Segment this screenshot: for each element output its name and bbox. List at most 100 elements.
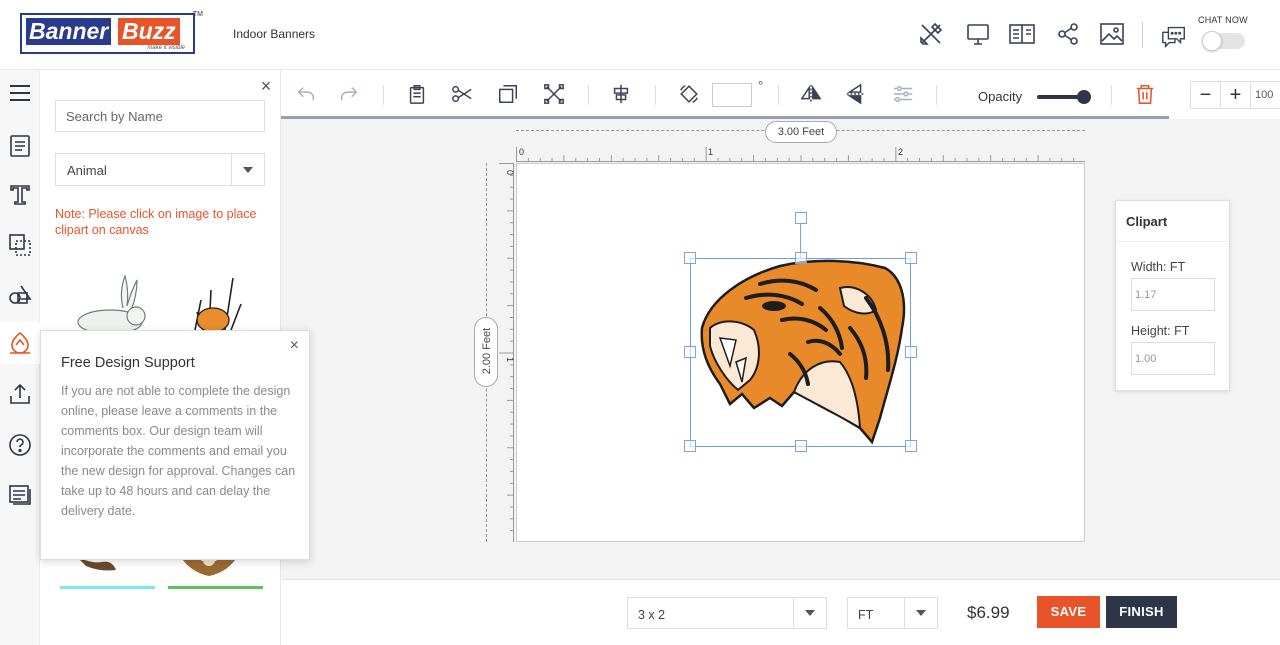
slider-knob[interactable] bbox=[1077, 90, 1091, 104]
text-icon[interactable] bbox=[0, 174, 40, 216]
thumb-highlight-bar bbox=[60, 586, 155, 589]
notes-icon[interactable] bbox=[0, 473, 40, 515]
upload-icon[interactable] bbox=[0, 373, 40, 415]
height-label: Height: FT bbox=[1131, 324, 1190, 338]
edit-toolbar: ° Opacity − + 100 bbox=[281, 70, 1280, 118]
resize-handle-w[interactable] bbox=[684, 346, 696, 358]
support-body: If you are not able to complete the desi… bbox=[61, 384, 296, 518]
monitor-icon[interactable] bbox=[964, 20, 992, 48]
toolbar-separator bbox=[588, 85, 589, 105]
ruler-label: 1 bbox=[505, 357, 514, 362]
image-icon[interactable] bbox=[1098, 20, 1126, 48]
ruler-label: 1 bbox=[708, 147, 713, 157]
product-name: Indoor Banners bbox=[233, 27, 316, 41]
bottom-bar: 3 x 2 FT $6.99 SAVE FINISH bbox=[281, 579, 1280, 645]
share-icon[interactable] bbox=[1054, 20, 1082, 48]
ruler-label: 0 bbox=[505, 170, 514, 175]
support-title: Free Design Support bbox=[61, 355, 195, 371]
toolbar-separator bbox=[383, 85, 384, 105]
rotate-handle[interactable] bbox=[795, 212, 807, 224]
selection-box bbox=[690, 258, 911, 447]
flip-vertical-icon[interactable] bbox=[844, 82, 868, 106]
book-icon[interactable] bbox=[1008, 20, 1036, 48]
clipart-thumb-rabbit[interactable] bbox=[60, 272, 155, 335]
resize-handle-se[interactable] bbox=[905, 440, 917, 452]
logo-word-buzz: Buzz bbox=[118, 18, 180, 45]
ruler-label: 2 bbox=[898, 147, 903, 157]
rotate-icon[interactable] bbox=[677, 82, 701, 106]
chat-icon[interactable] bbox=[1160, 22, 1188, 50]
opacity-slider[interactable] bbox=[1037, 90, 1091, 104]
ruler-label: 0 bbox=[519, 147, 524, 157]
chevron-down-icon bbox=[904, 598, 937, 628]
toolbar-separator bbox=[1111, 85, 1112, 105]
paste-icon[interactable] bbox=[405, 82, 429, 106]
logo-tagline: make it visible bbox=[147, 45, 185, 51]
opacity-label: Opacity bbox=[978, 89, 1023, 104]
chevron-down-icon bbox=[793, 598, 826, 628]
horizontal-ruler: 0 1 2 bbox=[516, 147, 1085, 162]
layers-icon[interactable] bbox=[0, 224, 40, 266]
resize-handle-ne[interactable] bbox=[905, 252, 917, 264]
clipart-note: Note: Please click on image to place cli… bbox=[55, 207, 257, 237]
resize-handle-s[interactable] bbox=[795, 440, 807, 452]
size-select[interactable]: 3 x 2 bbox=[627, 597, 827, 629]
clipart-panel-title: Clipart bbox=[1116, 201, 1229, 242]
panel-close-button[interactable]: × bbox=[259, 76, 273, 97]
resize-handle-nw[interactable] bbox=[684, 252, 696, 264]
chevron-down-icon bbox=[231, 154, 264, 185]
clipart-thumb-tiger-grass[interactable] bbox=[185, 274, 245, 333]
flip-horizontal-icon[interactable] bbox=[799, 82, 823, 106]
degree-symbol: ° bbox=[758, 78, 764, 93]
crop-icon[interactable] bbox=[542, 82, 566, 106]
finish-button[interactable]: FINISH bbox=[1106, 596, 1177, 628]
chat-toggle[interactable] bbox=[1202, 31, 1245, 51]
design-app: Banner Buzz make it visible TM Indoor Ba… bbox=[0, 0, 1280, 645]
logo-trademark: TM bbox=[192, 11, 203, 18]
resize-handle-sw[interactable] bbox=[684, 440, 696, 452]
save-button[interactable]: SAVE bbox=[1037, 596, 1100, 628]
height-dimension-pill: 2.00 Feet bbox=[474, 317, 498, 387]
chat-now-label: CHAT NOW bbox=[1198, 15, 1248, 25]
category-select[interactable]: Animal bbox=[55, 153, 265, 186]
zoom-value[interactable]: 100 bbox=[1251, 82, 1273, 108]
shapes-icon[interactable] bbox=[0, 274, 40, 316]
resize-handle-e[interactable] bbox=[905, 346, 917, 358]
adjust-sliders-icon[interactable] bbox=[891, 82, 915, 106]
support-close-button[interactable]: × bbox=[290, 337, 299, 355]
menu-icon[interactable] bbox=[0, 72, 40, 114]
trash-icon[interactable] bbox=[1133, 82, 1157, 106]
zoom-out-button[interactable]: − bbox=[1191, 82, 1221, 108]
undo-icon[interactable] bbox=[294, 82, 318, 106]
height-input[interactable]: 1.00 bbox=[1131, 342, 1215, 375]
zoom-in-button[interactable]: + bbox=[1221, 82, 1251, 108]
design-tools-icon[interactable] bbox=[917, 20, 945, 48]
tool-rail bbox=[0, 70, 40, 645]
top-header: Banner Buzz make it visible TM Indoor Ba… bbox=[0, 0, 1280, 70]
redo-icon[interactable] bbox=[337, 82, 361, 106]
template-icon[interactable] bbox=[0, 125, 40, 167]
clipart-icon[interactable] bbox=[0, 322, 40, 364]
clipart-size-panel: Clipart Width: FT 1.17 Height: FT 1.00 bbox=[1115, 200, 1230, 391]
unit-select[interactable]: FT bbox=[847, 597, 938, 629]
size-value: 3 x 2 bbox=[638, 608, 666, 622]
cut-icon[interactable] bbox=[450, 82, 474, 106]
bannerbuzz-logo[interactable]: Banner Buzz make it visible TM bbox=[20, 11, 203, 54]
toolbar-separator bbox=[778, 85, 779, 105]
help-icon[interactable] bbox=[0, 424, 40, 466]
clipart-search-input[interactable] bbox=[55, 100, 265, 132]
rotation-angle-input[interactable] bbox=[712, 83, 752, 107]
design-support-popup: × Free Design Support If you are not abl… bbox=[40, 330, 310, 560]
resize-handle-n[interactable] bbox=[795, 252, 807, 264]
width-input[interactable]: 1.17 bbox=[1131, 278, 1215, 311]
toolbar-separator bbox=[655, 85, 656, 105]
vertical-ruler: 0 1 bbox=[499, 163, 514, 542]
copy-icon[interactable] bbox=[496, 82, 520, 106]
unit-value: FT bbox=[858, 608, 874, 622]
width-label: Width: FT bbox=[1131, 260, 1186, 274]
price-label: $6.99 bbox=[967, 603, 1010, 622]
width-dimension-label: 3.00 Feet bbox=[765, 121, 837, 143]
thumb-highlight-bar bbox=[168, 586, 263, 589]
align-center-icon[interactable] bbox=[609, 82, 633, 106]
logo-word-banner: Banner bbox=[26, 18, 112, 45]
